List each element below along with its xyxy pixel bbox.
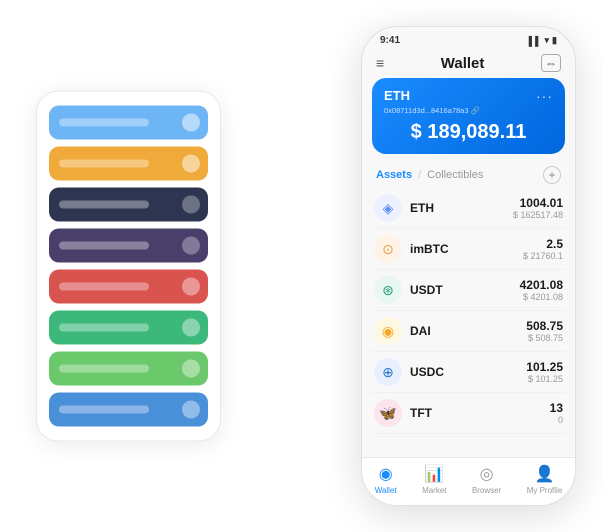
asset-usd-usdt: $ 4201.08 — [520, 292, 563, 302]
asset-usd-imbtc: $ 21760.1 — [523, 251, 563, 261]
row-label-4 — [59, 283, 149, 291]
asset-values-usdt: 4201.08$ 4201.08 — [520, 278, 563, 302]
row-icon-7 — [182, 401, 200, 419]
page-title: Wallet — [441, 55, 485, 72]
row-icon-1 — [182, 155, 200, 173]
back-card — [36, 91, 221, 442]
asset-values-tft: 130 — [550, 401, 563, 425]
asset-amount-usdc: 101.25 — [526, 360, 563, 374]
card-row-6 — [49, 352, 208, 386]
asset-icon-imbtc: ⊙ — [374, 235, 402, 263]
asset-list: ◈ ETH1004.01$ 162517.48 ⊙ imBTC2.5$ 21760.1… — [362, 188, 575, 457]
row-label-2 — [59, 201, 149, 209]
row-label-6 — [59, 365, 149, 373]
asset-item-usdc[interactable]: ⊕ USDC101.25$ 101.25 — [372, 352, 565, 393]
tab-divider: / — [418, 169, 421, 181]
asset-amount-eth: 1004.01 — [513, 196, 563, 210]
menu-icon[interactable]: ≡ — [376, 55, 384, 71]
asset-amount-imbtc: 2.5 — [523, 237, 563, 251]
asset-values-eth: 1004.01$ 162517.48 — [513, 196, 563, 220]
balance-address: 0x08711d3d...8416a78a3 🔗 — [384, 106, 553, 115]
asset-values-imbtc: 2.5$ 21760.1 — [523, 237, 563, 261]
nav-icon-my-profile: 👤 — [535, 464, 555, 484]
asset-usd-eth: $ 162517.48 — [513, 210, 563, 220]
asset-values-dai: 508.75$ 508.75 — [526, 319, 563, 343]
card-row-1 — [49, 147, 208, 181]
card-row-7 — [49, 393, 208, 427]
nav-item-my-profile[interactable]: 👤 My Profile — [527, 464, 563, 495]
asset-usd-usdc: $ 101.25 — [526, 374, 563, 384]
status-time: 9:41 — [380, 35, 400, 46]
card-row-0 — [49, 106, 208, 140]
asset-icon-eth: ◈ — [374, 194, 402, 222]
row-label-5 — [59, 324, 149, 332]
asset-values-usdc: 101.25$ 101.25 — [526, 360, 563, 384]
scene: 9:41 ▌▌ ▾ ▮ ≡ Wallet ⇔ ETH ··· 0x08711d3… — [16, 16, 586, 516]
nav-label-wallet: Wallet — [375, 486, 397, 495]
asset-item-usdt[interactable]: ⊛ USDT4201.08$ 4201.08 — [372, 270, 565, 311]
nav-icon-browser: ◎ — [480, 464, 494, 484]
row-icon-4 — [182, 278, 200, 296]
status-icons: ▌▌ ▾ ▮ — [529, 35, 557, 46]
asset-amount-tft: 13 — [550, 401, 563, 415]
asset-icon-tft: 🦋 — [374, 399, 402, 427]
asset-name-eth: ETH — [410, 201, 513, 215]
card-row-3 — [49, 229, 208, 263]
row-label-0 — [59, 119, 149, 127]
asset-name-usdc: USDC — [410, 365, 526, 379]
nav-item-market[interactable]: 📊 Market — [422, 464, 446, 495]
phone-header: ≡ Wallet ⇔ — [362, 50, 575, 78]
asset-usd-dai: $ 508.75 — [526, 333, 563, 343]
expand-icon[interactable]: ⇔ — [541, 54, 561, 72]
assets-header: Assets / Collectibles + — [362, 162, 575, 188]
asset-item-tft[interactable]: 🦋 TFT130 — [372, 393, 565, 434]
asset-item-dai[interactable]: ◉ DAI508.75$ 508.75 — [372, 311, 565, 352]
asset-icon-dai: ◉ — [374, 317, 402, 345]
row-icon-0 — [182, 114, 200, 132]
row-label-7 — [59, 406, 149, 414]
card-row-2 — [49, 188, 208, 222]
assets-tabs: Assets / Collectibles — [376, 169, 483, 181]
tab-assets[interactable]: Assets — [376, 169, 412, 181]
card-row-4 — [49, 270, 208, 304]
nav-item-browser[interactable]: ◎ Browser — [472, 464, 501, 495]
asset-icon-usdt: ⊛ — [374, 276, 402, 304]
bottom-nav: ◉ Wallet 📊 Market ◎ Browser 👤 My Profile — [362, 457, 575, 505]
row-label-1 — [59, 160, 149, 168]
asset-name-tft: TFT — [410, 406, 550, 420]
row-icon-3 — [182, 237, 200, 255]
asset-usd-tft: 0 — [550, 415, 563, 425]
nav-label-my-profile: My Profile — [527, 486, 563, 495]
status-bar: 9:41 ▌▌ ▾ ▮ — [362, 27, 575, 50]
phone-mockup: 9:41 ▌▌ ▾ ▮ ≡ Wallet ⇔ ETH ··· 0x08711d3… — [361, 26, 576, 506]
balance-more-icon[interactable]: ··· — [536, 88, 553, 104]
balance-card: ETH ··· 0x08711d3d...8416a78a3 🔗 $ 189,0… — [372, 78, 565, 154]
row-icon-6 — [182, 360, 200, 378]
asset-item-imbtc[interactable]: ⊙ imBTC2.5$ 21760.1 — [372, 229, 565, 270]
card-row-5 — [49, 311, 208, 345]
nav-label-browser: Browser — [472, 486, 501, 495]
add-asset-button[interactable]: + — [543, 166, 561, 184]
row-icon-2 — [182, 196, 200, 214]
row-label-3 — [59, 242, 149, 250]
asset-item-eth[interactable]: ◈ ETH1004.01$ 162517.48 — [372, 188, 565, 229]
balance-amount: $ 189,089.11 — [384, 121, 553, 144]
nav-icon-market: 📊 — [424, 464, 444, 484]
nav-icon-wallet: ◉ — [379, 464, 393, 484]
nav-item-wallet[interactable]: ◉ Wallet — [375, 464, 397, 495]
asset-name-usdt: USDT — [410, 283, 520, 297]
asset-name-imbtc: imBTC — [410, 242, 523, 256]
tab-collectibles[interactable]: Collectibles — [427, 169, 483, 181]
asset-amount-dai: 508.75 — [526, 319, 563, 333]
asset-icon-usdc: ⊕ — [374, 358, 402, 386]
balance-card-top: ETH ··· — [384, 88, 553, 104]
row-icon-5 — [182, 319, 200, 337]
balance-currency: ETH — [384, 88, 410, 103]
asset-amount-usdt: 4201.08 — [520, 278, 563, 292]
nav-label-market: Market — [422, 486, 446, 495]
asset-name-dai: DAI — [410, 324, 526, 338]
